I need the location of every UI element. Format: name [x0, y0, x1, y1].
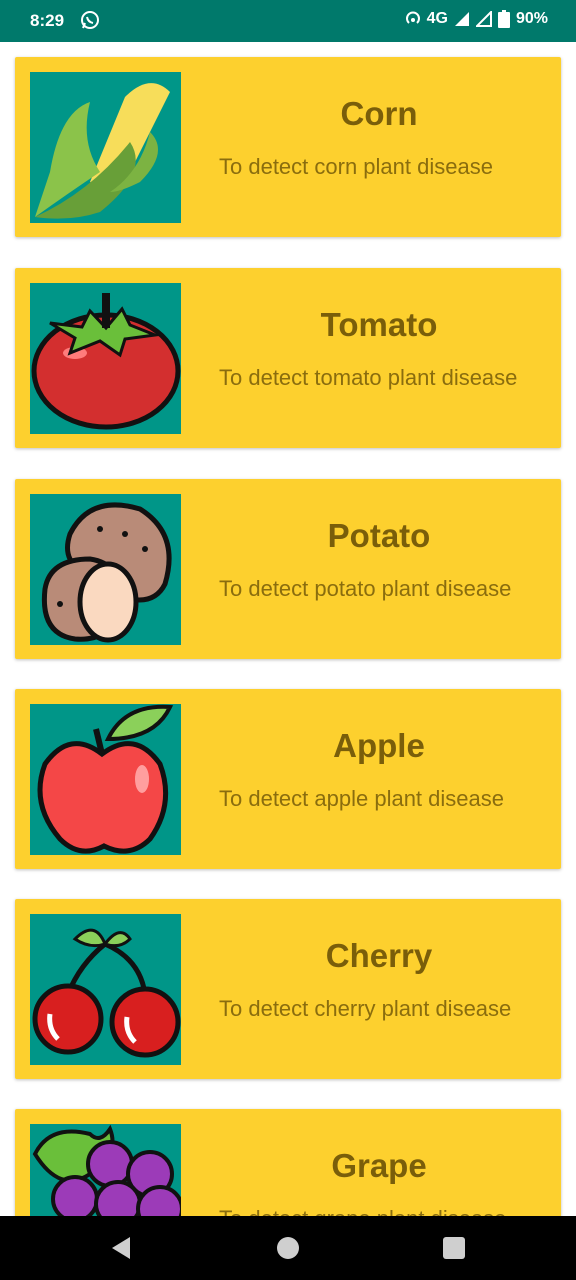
signal-icon	[454, 11, 470, 27]
apple-icon	[30, 704, 181, 855]
crop-list[interactable]: Corn To detect corn plant disease Tomato…	[0, 42, 576, 1216]
crop-description: To detect cherry plant disease	[219, 996, 512, 1021]
status-icons: 4G 90%	[405, 10, 548, 28]
whatsapp-icon	[80, 10, 100, 30]
cherry-icon	[30, 914, 181, 1065]
battery-icon	[497, 10, 510, 28]
crop-card-apple[interactable]: Apple To detect apple plant disease	[15, 689, 561, 869]
crop-description: To detect corn plant disease	[219, 154, 493, 179]
crop-card-potato[interactable]: Potato To detect potato plant disease	[15, 479, 561, 659]
crop-card-grape[interactable]: Grape To detect grape plant disease	[15, 1109, 561, 1216]
crop-description: To detect potato plant disease	[219, 576, 512, 601]
back-icon[interactable]	[108, 1234, 136, 1262]
tomato-icon	[30, 283, 181, 434]
crop-description: To detect grape plant disease	[219, 1205, 549, 1216]
crop-card-corn[interactable]: Corn To detect corn plant disease	[15, 57, 561, 237]
potato-icon	[30, 494, 181, 645]
crop-title: Cherry	[325, 937, 433, 974]
crop-card-tomato[interactable]: Tomato To detect tomato plant disease	[15, 268, 561, 448]
crop-title: Grape	[331, 1147, 427, 1184]
crop-title: Apple	[333, 727, 425, 764]
navigation-bar	[0, 1216, 576, 1280]
recents-icon[interactable]	[440, 1234, 468, 1262]
crop-title: Potato	[327, 517, 431, 554]
hotspot-icon	[405, 11, 421, 27]
crop-title: Corn	[340, 95, 418, 132]
grape-icon	[30, 1124, 181, 1216]
crop-description: To detect apple plant disease	[219, 786, 504, 811]
status-bar: 8:29 4G 90%	[0, 0, 576, 42]
signal-icon-2	[475, 11, 492, 27]
crop-card-cherry[interactable]: Cherry To detect cherry plant disease	[15, 899, 561, 1079]
network-type: 4G	[426, 10, 448, 27]
corn-icon	[30, 72, 181, 223]
crop-description: To detect tomato plant disease	[219, 365, 518, 390]
home-icon[interactable]	[274, 1234, 302, 1262]
battery-percent: 90%	[515, 10, 548, 27]
status-time: 8:29	[30, 11, 65, 30]
crop-title: Tomato	[320, 306, 438, 343]
